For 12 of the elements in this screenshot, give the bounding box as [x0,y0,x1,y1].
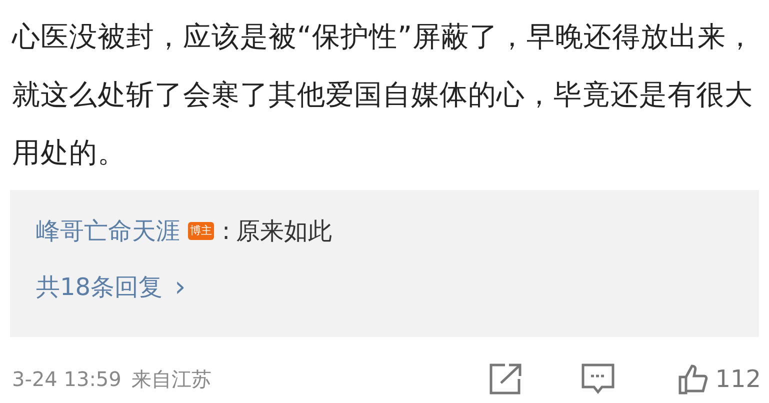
separator: : [222,216,230,247]
thumbs-up-icon[interactable] [677,363,710,395]
timestamp: 3-24 13:59 [12,366,122,393]
reply-text: 原来如此 [236,216,332,247]
comment-text: 心医没被封，应该是被“保护性”屏蔽了，早晚还得放出来，就这么处斩了会寒了其他爱国自媒体的心，毕竟还是有很大用处的。 [12,19,756,171]
like-count: 112 [715,364,761,395]
author-name[interactable]: 峰哥亡命天涯 [36,214,180,248]
more-replies-link[interactable]: 共18条回复 › [36,270,186,304]
blogger-badge: 博主 [188,222,214,240]
share-icon[interactable] [489,363,524,395]
location: 来自江苏 [131,366,212,393]
comment-icon[interactable] [581,363,616,395]
